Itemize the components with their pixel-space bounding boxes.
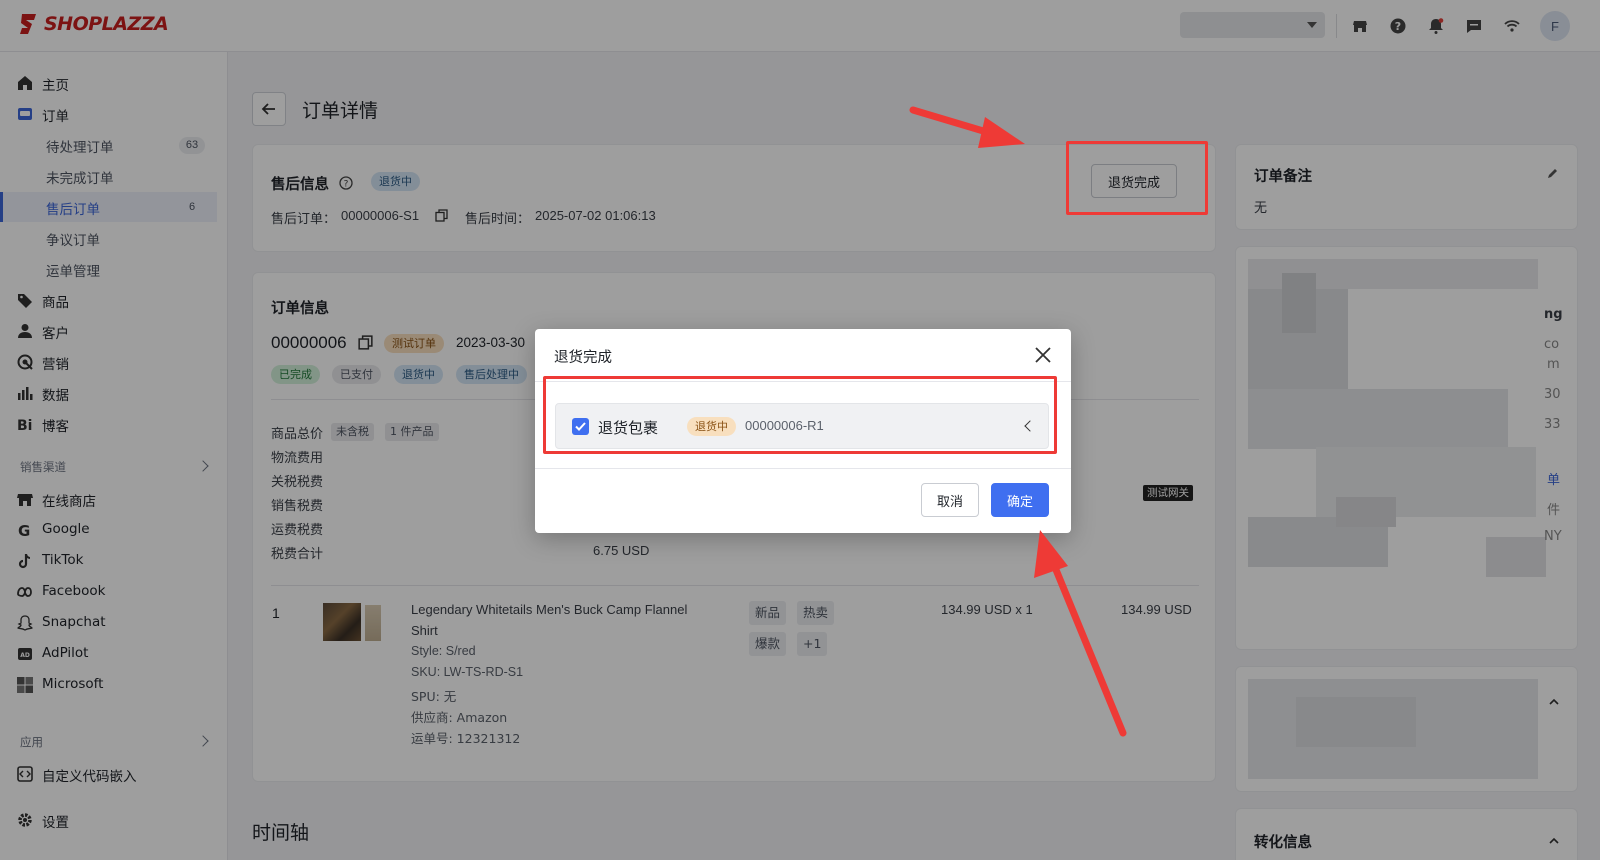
annotation-arrow-top xyxy=(909,106,1025,148)
annotation-arrows xyxy=(909,106,1127,737)
annotation-arrow-bottom xyxy=(1034,530,1127,737)
